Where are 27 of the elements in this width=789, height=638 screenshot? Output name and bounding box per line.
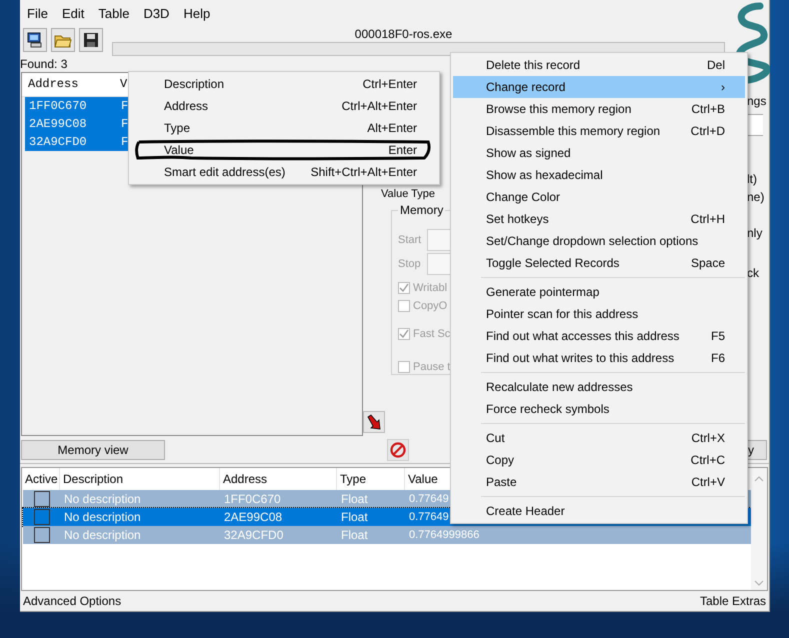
address-cell-text: 1FF0C670 [223,492,282,506]
found-count: Found: 3 [20,58,68,72]
description-cell-text: No description [63,528,142,542]
value-type-label: Value Type [381,188,436,200]
option-label: ck [747,266,760,280]
checkbox-label: Pause t [413,360,450,373]
start-label: Start [398,234,422,246]
checkbox-label: Fast Sc [413,328,450,340]
address-cell-text: 2AE99C08 [223,510,284,524]
option-label: ngs [747,94,768,108]
address-cell-text: 32A9CFD0 [223,528,284,542]
description-cell-text: No description [63,510,142,524]
value-cell-text: 0.7764999866 [408,529,480,542]
type-cell-text: Float [340,528,369,542]
checkbox-label: CopyO [413,300,448,312]
option-label: ne) [747,190,766,204]
stop-label: Stop [398,258,421,270]
option-label: nly [747,226,764,240]
type-cell-text: Float [340,492,369,506]
process-title: 000018F0-ros.exe [354,28,452,40]
description-cell-text: No description [63,492,142,506]
value-cell-text: 0.77649 [408,493,449,506]
checkbox-label: Writabl [413,282,448,294]
group-title: Memory [398,202,446,217]
value-cell-text: 0.77649 [408,511,449,524]
option-label: lt) [747,172,758,186]
type-cell-text: Float [340,510,369,524]
